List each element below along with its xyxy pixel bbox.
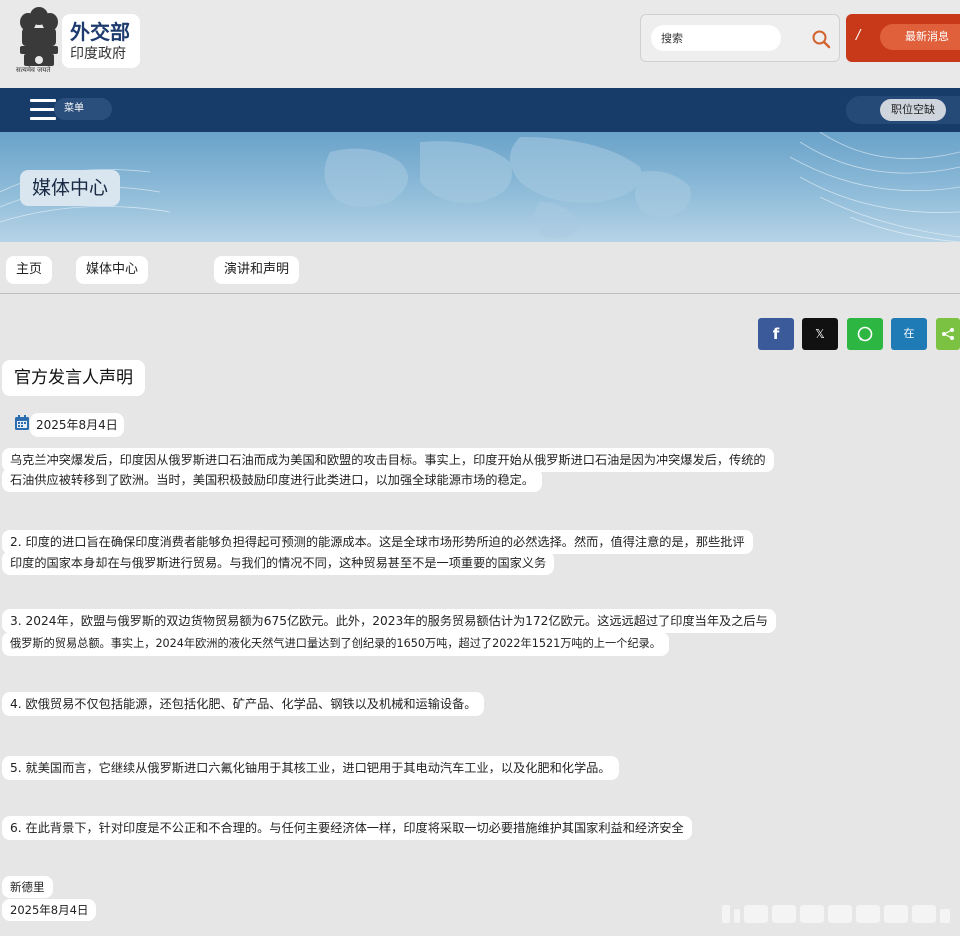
search-icon[interactable] — [811, 29, 831, 49]
latest-news-label: 最新消息 — [880, 24, 960, 50]
paragraph-6: 6. 在此背景下，针对印度是不公正和不合理的。与任何主要经济体一样，印度将采取一… — [2, 816, 692, 840]
latest-news-button[interactable]: / 最新消息 — [846, 14, 960, 62]
article-date: 2025年8月4日 — [30, 413, 124, 437]
breadcrumb-speeches[interactable]: 演讲和声明 — [214, 256, 300, 284]
paragraph-2-line-2: 印度的国家本身却在与俄罗斯进行贸易。与我们的情况不同，这种贸易甚至不是一项重要的… — [2, 551, 555, 575]
hamburger-icon[interactable] — [30, 99, 56, 121]
article-place: 新德里 — [2, 876, 53, 898]
search-input[interactable] — [651, 25, 781, 51]
jobs-button[interactable]: 职位空缺 — [880, 99, 946, 121]
paragraph-1-line-2: 石油供应被转移到了欧洲。当时，美国积极鼓励印度进行此类进口，以加强全球能源市场的… — [2, 468, 543, 492]
page-title: 官方发言人声明 — [2, 360, 145, 396]
media-center-banner: 媒体中心 — [0, 132, 960, 242]
share-whatsapp-button[interactable] — [847, 318, 883, 350]
menu-label[interactable]: 菜单 — [54, 98, 112, 120]
share-icon — [942, 328, 954, 340]
site-title[interactable]: 外交部 印度政府 — [62, 14, 140, 68]
watermark-logo — [722, 905, 950, 923]
banner-title: 媒体中心 — [20, 170, 121, 206]
site-header: सत्यमेव जयते 外交部 印度政府 / 最新消息 — [0, 0, 960, 88]
latest-news-mark: / — [856, 28, 861, 43]
paragraph-5: 5. 就美国而言，它继续从俄罗斯进口六氟化铀用于其核工业，进口钯用于其电动汽车工… — [2, 756, 619, 780]
share-facebook-button[interactable]: f — [758, 318, 794, 350]
whatsapp-icon — [857, 326, 873, 342]
breadcrumb: 主页 媒体中心 演讲和声明 — [0, 242, 960, 294]
article-footer-date: 2025年8月4日 — [2, 899, 97, 921]
paragraph-4: 4. 欧俄贸易不仅包括能源，还包括化肥、矿产品、化学品、钢铁以及机械和运输设备。 — [2, 692, 485, 716]
emblem-motto: सत्यमेव जयते — [16, 66, 51, 74]
paragraph-3-line-2: 俄罗斯的贸易总额。事实上，2024年欧洲的液化天然气进口量达到了创纪录的1650… — [2, 632, 669, 656]
breadcrumb-home[interactable]: 主页 — [6, 256, 53, 284]
calendar-icon — [15, 415, 29, 430]
breadcrumb-media-center[interactable]: 媒体中心 — [76, 256, 149, 284]
share-x-button[interactable]: 𝕏 — [802, 318, 838, 350]
site-subtitle: 印度政府 — [70, 46, 126, 62]
search-box — [640, 14, 840, 62]
share-more-button[interactable] — [936, 318, 960, 350]
share-linkedin-button[interactable]: 在 — [891, 318, 927, 350]
paragraph-3-line-1: 3. 2024年，欧盟与俄罗斯的双边货物贸易额为675亿欧元。此外，2023年的… — [2, 609, 776, 633]
site-name: 外交部 — [70, 20, 130, 44]
main-nav-bar: 菜单 职位空缺 — [0, 88, 960, 132]
world-map-decoration — [0, 132, 960, 242]
